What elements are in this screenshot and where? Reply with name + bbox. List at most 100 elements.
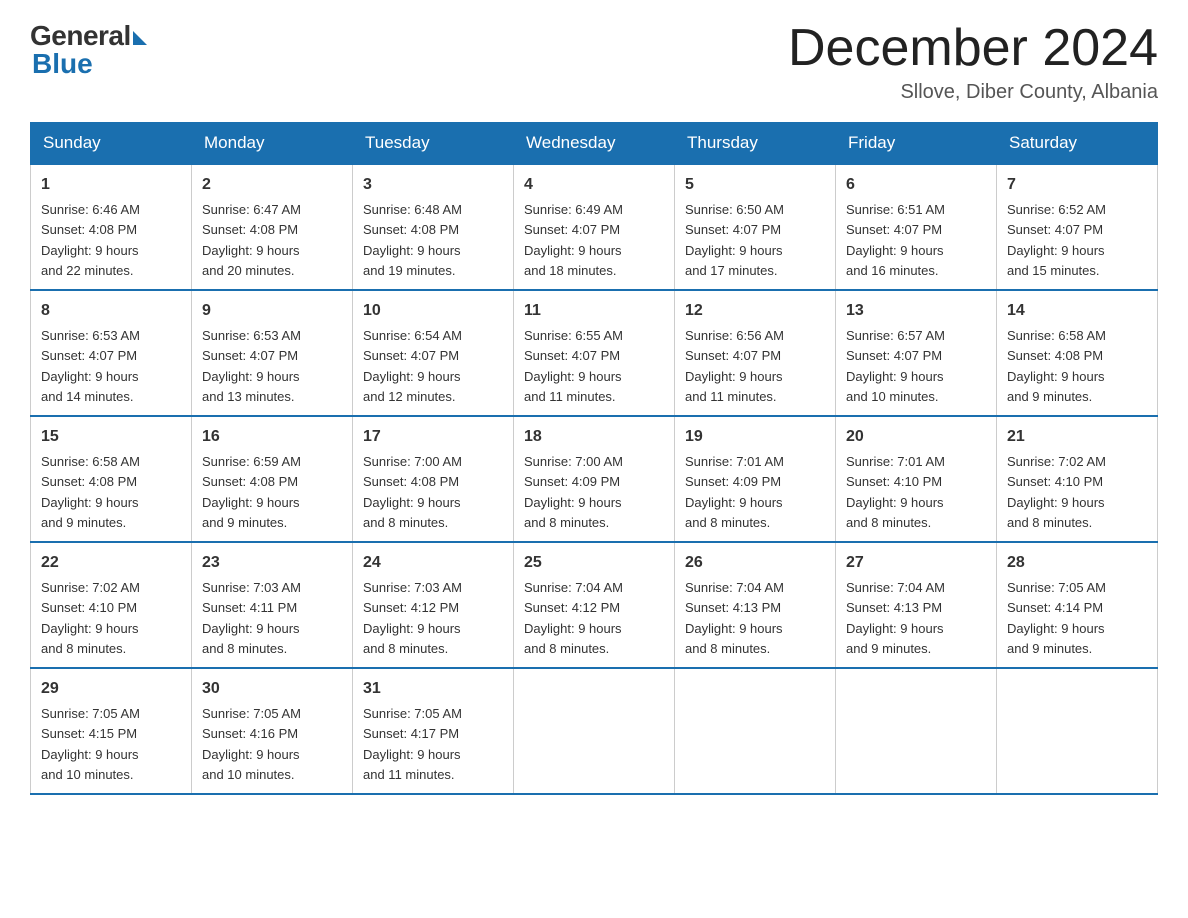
calendar-cell: 23 Sunrise: 7:03 AMSunset: 4:11 PMDaylig… bbox=[192, 542, 353, 668]
calendar-cell: 26 Sunrise: 7:04 AMSunset: 4:13 PMDaylig… bbox=[675, 542, 836, 668]
calendar-cell: 16 Sunrise: 6:59 AMSunset: 4:08 PMDaylig… bbox=[192, 416, 353, 542]
cell-content: Sunrise: 7:00 AMSunset: 4:08 PMDaylight:… bbox=[363, 454, 462, 530]
day-number: 21 bbox=[1007, 425, 1147, 449]
day-number: 25 bbox=[524, 551, 664, 575]
calendar-cell: 4 Sunrise: 6:49 AMSunset: 4:07 PMDayligh… bbox=[514, 164, 675, 290]
calendar-header-row: SundayMondayTuesdayWednesdayThursdayFrid… bbox=[31, 123, 1158, 165]
calendar-cell: 12 Sunrise: 6:56 AMSunset: 4:07 PMDaylig… bbox=[675, 290, 836, 416]
calendar-cell: 5 Sunrise: 6:50 AMSunset: 4:07 PMDayligh… bbox=[675, 164, 836, 290]
day-number: 8 bbox=[41, 299, 181, 323]
calendar-cell bbox=[514, 668, 675, 794]
cell-content: Sunrise: 7:04 AMSunset: 4:12 PMDaylight:… bbox=[524, 580, 623, 656]
day-number: 2 bbox=[202, 173, 342, 197]
calendar-cell: 11 Sunrise: 6:55 AMSunset: 4:07 PMDaylig… bbox=[514, 290, 675, 416]
calendar-cell: 25 Sunrise: 7:04 AMSunset: 4:12 PMDaylig… bbox=[514, 542, 675, 668]
day-number: 28 bbox=[1007, 551, 1147, 575]
calendar-cell bbox=[997, 668, 1158, 794]
calendar-week-row: 29 Sunrise: 7:05 AMSunset: 4:15 PMDaylig… bbox=[31, 668, 1158, 794]
logo-blue-text: Blue bbox=[32, 48, 93, 80]
day-number: 6 bbox=[846, 173, 986, 197]
day-number: 20 bbox=[846, 425, 986, 449]
cell-content: Sunrise: 6:56 AMSunset: 4:07 PMDaylight:… bbox=[685, 328, 784, 404]
day-number: 10 bbox=[363, 299, 503, 323]
cell-content: Sunrise: 7:01 AMSunset: 4:10 PMDaylight:… bbox=[846, 454, 945, 530]
month-title: December 2024 bbox=[788, 20, 1158, 77]
calendar-cell: 30 Sunrise: 7:05 AMSunset: 4:16 PMDaylig… bbox=[192, 668, 353, 794]
calendar-cell: 24 Sunrise: 7:03 AMSunset: 4:12 PMDaylig… bbox=[353, 542, 514, 668]
day-header-friday: Friday bbox=[836, 123, 997, 165]
cell-content: Sunrise: 7:04 AMSunset: 4:13 PMDaylight:… bbox=[685, 580, 784, 656]
day-number: 29 bbox=[41, 677, 181, 701]
calendar-cell: 10 Sunrise: 6:54 AMSunset: 4:07 PMDaylig… bbox=[353, 290, 514, 416]
cell-content: Sunrise: 6:50 AMSunset: 4:07 PMDaylight:… bbox=[685, 202, 784, 278]
logo-arrow-icon bbox=[133, 31, 147, 45]
calendar-cell: 31 Sunrise: 7:05 AMSunset: 4:17 PMDaylig… bbox=[353, 668, 514, 794]
cell-content: Sunrise: 6:52 AMSunset: 4:07 PMDaylight:… bbox=[1007, 202, 1106, 278]
calendar-cell: 21 Sunrise: 7:02 AMSunset: 4:10 PMDaylig… bbox=[997, 416, 1158, 542]
day-number: 23 bbox=[202, 551, 342, 575]
day-number: 1 bbox=[41, 173, 181, 197]
cell-content: Sunrise: 7:02 AMSunset: 4:10 PMDaylight:… bbox=[41, 580, 140, 656]
calendar-cell: 9 Sunrise: 6:53 AMSunset: 4:07 PMDayligh… bbox=[192, 290, 353, 416]
day-header-monday: Monday bbox=[192, 123, 353, 165]
cell-content: Sunrise: 7:00 AMSunset: 4:09 PMDaylight:… bbox=[524, 454, 623, 530]
day-number: 4 bbox=[524, 173, 664, 197]
cell-content: Sunrise: 6:53 AMSunset: 4:07 PMDaylight:… bbox=[41, 328, 140, 404]
cell-content: Sunrise: 6:55 AMSunset: 4:07 PMDaylight:… bbox=[524, 328, 623, 404]
calendar-cell: 14 Sunrise: 6:58 AMSunset: 4:08 PMDaylig… bbox=[997, 290, 1158, 416]
cell-content: Sunrise: 6:58 AMSunset: 4:08 PMDaylight:… bbox=[1007, 328, 1106, 404]
day-number: 14 bbox=[1007, 299, 1147, 323]
page-header: General Blue December 2024 Sllove, Diber… bbox=[30, 20, 1158, 104]
cell-content: Sunrise: 6:53 AMSunset: 4:07 PMDaylight:… bbox=[202, 328, 301, 404]
day-number: 19 bbox=[685, 425, 825, 449]
day-number: 30 bbox=[202, 677, 342, 701]
calendar-cell: 1 Sunrise: 6:46 AMSunset: 4:08 PMDayligh… bbox=[31, 164, 192, 290]
day-number: 7 bbox=[1007, 173, 1147, 197]
day-header-sunday: Sunday bbox=[31, 123, 192, 165]
calendar-cell: 8 Sunrise: 6:53 AMSunset: 4:07 PMDayligh… bbox=[31, 290, 192, 416]
cell-content: Sunrise: 7:02 AMSunset: 4:10 PMDaylight:… bbox=[1007, 454, 1106, 530]
day-number: 11 bbox=[524, 299, 664, 323]
cell-content: Sunrise: 6:58 AMSunset: 4:08 PMDaylight:… bbox=[41, 454, 140, 530]
cell-content: Sunrise: 7:05 AMSunset: 4:17 PMDaylight:… bbox=[363, 706, 462, 782]
calendar-table: SundayMondayTuesdayWednesdayThursdayFrid… bbox=[30, 122, 1158, 795]
calendar-cell bbox=[675, 668, 836, 794]
calendar-cell: 29 Sunrise: 7:05 AMSunset: 4:15 PMDaylig… bbox=[31, 668, 192, 794]
day-number: 26 bbox=[685, 551, 825, 575]
day-header-thursday: Thursday bbox=[675, 123, 836, 165]
cell-content: Sunrise: 7:04 AMSunset: 4:13 PMDaylight:… bbox=[846, 580, 945, 656]
title-section: December 2024 Sllove, Diber County, Alba… bbox=[788, 20, 1158, 104]
cell-content: Sunrise: 6:54 AMSunset: 4:07 PMDaylight:… bbox=[363, 328, 462, 404]
day-number: 27 bbox=[846, 551, 986, 575]
calendar-week-row: 1 Sunrise: 6:46 AMSunset: 4:08 PMDayligh… bbox=[31, 164, 1158, 290]
calendar-cell: 19 Sunrise: 7:01 AMSunset: 4:09 PMDaylig… bbox=[675, 416, 836, 542]
cell-content: Sunrise: 6:51 AMSunset: 4:07 PMDaylight:… bbox=[846, 202, 945, 278]
day-number: 5 bbox=[685, 173, 825, 197]
day-header-saturday: Saturday bbox=[997, 123, 1158, 165]
calendar-cell bbox=[836, 668, 997, 794]
cell-content: Sunrise: 6:47 AMSunset: 4:08 PMDaylight:… bbox=[202, 202, 301, 278]
calendar-cell: 17 Sunrise: 7:00 AMSunset: 4:08 PMDaylig… bbox=[353, 416, 514, 542]
cell-content: Sunrise: 7:03 AMSunset: 4:12 PMDaylight:… bbox=[363, 580, 462, 656]
location-subtitle: Sllove, Diber County, Albania bbox=[788, 81, 1158, 104]
cell-content: Sunrise: 7:01 AMSunset: 4:09 PMDaylight:… bbox=[685, 454, 784, 530]
calendar-cell: 7 Sunrise: 6:52 AMSunset: 4:07 PMDayligh… bbox=[997, 164, 1158, 290]
calendar-cell: 28 Sunrise: 7:05 AMSunset: 4:14 PMDaylig… bbox=[997, 542, 1158, 668]
calendar-week-row: 15 Sunrise: 6:58 AMSunset: 4:08 PMDaylig… bbox=[31, 416, 1158, 542]
day-number: 17 bbox=[363, 425, 503, 449]
day-number: 16 bbox=[202, 425, 342, 449]
day-number: 15 bbox=[41, 425, 181, 449]
calendar-cell: 18 Sunrise: 7:00 AMSunset: 4:09 PMDaylig… bbox=[514, 416, 675, 542]
calendar-cell: 3 Sunrise: 6:48 AMSunset: 4:08 PMDayligh… bbox=[353, 164, 514, 290]
calendar-cell: 2 Sunrise: 6:47 AMSunset: 4:08 PMDayligh… bbox=[192, 164, 353, 290]
day-number: 24 bbox=[363, 551, 503, 575]
calendar-cell: 20 Sunrise: 7:01 AMSunset: 4:10 PMDaylig… bbox=[836, 416, 997, 542]
cell-content: Sunrise: 6:57 AMSunset: 4:07 PMDaylight:… bbox=[846, 328, 945, 404]
day-number: 9 bbox=[202, 299, 342, 323]
calendar-cell: 22 Sunrise: 7:02 AMSunset: 4:10 PMDaylig… bbox=[31, 542, 192, 668]
calendar-week-row: 22 Sunrise: 7:02 AMSunset: 4:10 PMDaylig… bbox=[31, 542, 1158, 668]
day-number: 3 bbox=[363, 173, 503, 197]
day-number: 31 bbox=[363, 677, 503, 701]
day-number: 22 bbox=[41, 551, 181, 575]
day-header-wednesday: Wednesday bbox=[514, 123, 675, 165]
